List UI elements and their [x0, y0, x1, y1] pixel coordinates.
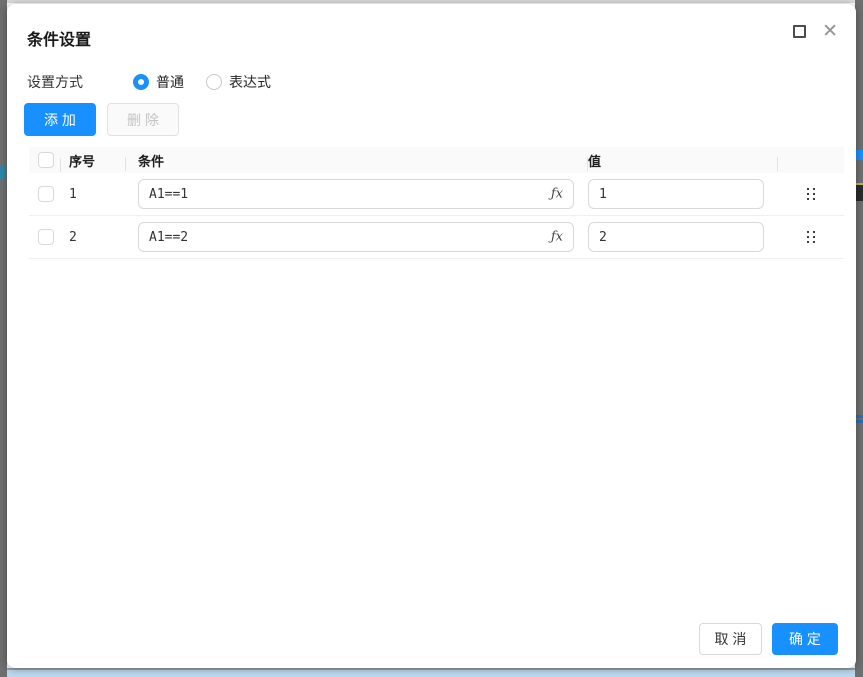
formula-icon[interactable]: ƒx — [551, 187, 563, 202]
row-value-cell — [588, 179, 778, 209]
backdrop-left-edge — [0, 0, 7, 677]
backdrop-fragment — [855, 183, 863, 201]
backdrop-bottom-strip — [7, 668, 855, 677]
condition-input[interactable] — [138, 179, 574, 209]
value-input[interactable] — [588, 179, 764, 209]
delete-button[interactable]: 删 除 — [107, 103, 179, 136]
row-condition-cell: ƒx — [126, 222, 588, 252]
select-all-checkbox[interactable] — [38, 152, 54, 168]
backdrop-right-edge — [855, 0, 863, 677]
condition-settings-dialog: 条件设置 ✕ 设置方式 普通 表达式 添 加 删 除 序号 条件 值 — [7, 4, 856, 668]
close-icon[interactable]: ✕ — [822, 22, 838, 41]
radio-option-label: 普通 — [156, 72, 184, 92]
header-value: 值 — [588, 151, 778, 170]
condition-table: 序号 条件 值 1 ƒx — [29, 147, 844, 259]
ok-button[interactable]: 确 定 — [772, 623, 838, 655]
row-checkbox-cell — [29, 186, 61, 202]
radio-unselected-icon[interactable] — [206, 74, 222, 90]
settings-mode-radio-group: 普通 表达式 — [133, 72, 271, 92]
row-index-cell: 1 — [61, 185, 126, 203]
row-checkbox-cell — [29, 229, 61, 245]
toolbar: 添 加 删 除 — [24, 103, 179, 136]
row-checkbox[interactable] — [38, 229, 54, 245]
table-header-row: 序号 条件 值 — [29, 147, 844, 173]
add-button[interactable]: 添 加 — [24, 103, 96, 136]
condition-input[interactable] — [138, 222, 574, 252]
drag-handle-icon[interactable] — [803, 227, 819, 247]
dialog-title: 条件设置 — [27, 26, 91, 50]
header-checkbox-cell — [29, 152, 61, 168]
row-condition-cell: ƒx — [126, 179, 588, 209]
radio-option-expression[interactable]: 表达式 — [206, 72, 271, 92]
backdrop-fragment — [0, 166, 5, 180]
row-handle-cell — [778, 184, 844, 204]
row-index: 2 — [69, 230, 77, 245]
formula-icon[interactable]: ƒx — [551, 230, 563, 245]
dialog-footer: 取 消 确 定 — [699, 623, 838, 655]
row-value-cell — [588, 222, 778, 252]
row-handle-cell — [778, 227, 844, 247]
radio-option-label: 表达式 — [229, 72, 271, 92]
table-row: 1 ƒx — [29, 173, 844, 216]
value-input[interactable] — [588, 222, 764, 252]
radio-selected-icon[interactable] — [133, 74, 149, 90]
maximize-icon[interactable] — [793, 25, 806, 38]
backdrop-top-edge — [7, 0, 855, 3]
row-index: 1 — [69, 187, 77, 202]
row-index-cell: 2 — [61, 228, 126, 246]
backdrop-fragment — [855, 415, 863, 418]
header-index: 序号 — [61, 151, 126, 170]
settings-mode-row: 设置方式 普通 表达式 — [27, 72, 271, 92]
drag-handle-icon[interactable] — [803, 184, 819, 204]
row-checkbox[interactable] — [38, 186, 54, 202]
cancel-button[interactable]: 取 消 — [699, 623, 762, 655]
settings-mode-label: 设置方式 — [27, 72, 97, 92]
radio-option-normal[interactable]: 普通 — [133, 72, 184, 92]
table-row: 2 ƒx — [29, 216, 844, 259]
window-controls: ✕ — [793, 22, 838, 41]
backdrop-fragment — [855, 150, 863, 160]
header-condition: 条件 — [126, 151, 588, 170]
